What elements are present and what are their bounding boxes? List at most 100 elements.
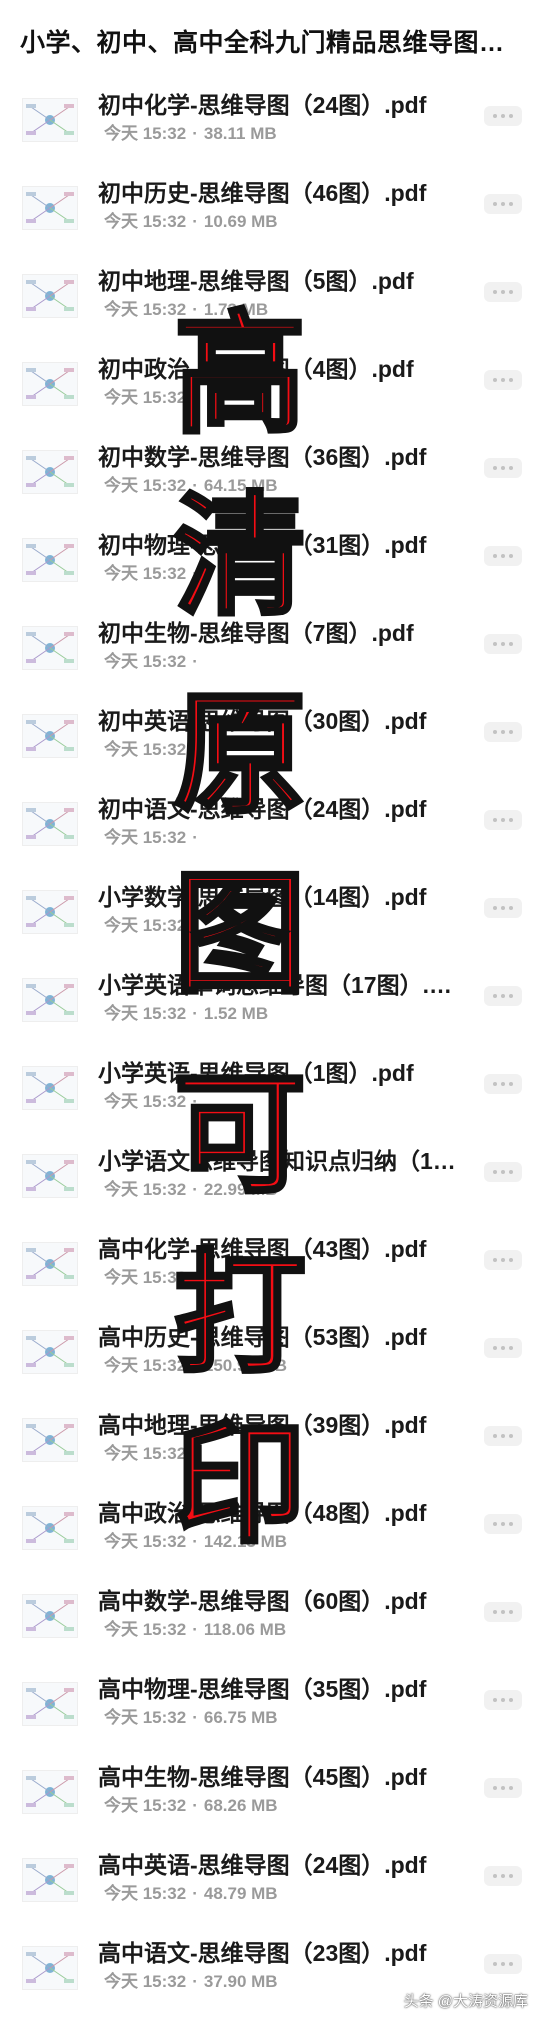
meta-separator: · (192, 212, 198, 231)
ellipsis-dot-icon (501, 730, 505, 734)
ellipsis-dot-icon (509, 290, 513, 294)
file-name: 初中物理-思维导图（31图）.pdf (98, 532, 427, 558)
file-name: 高中生物-思维导图（45图）.pdf (98, 1764, 427, 1790)
more-options-button[interactable] (484, 1250, 522, 1270)
ellipsis-dot-icon (501, 554, 505, 558)
file-row[interactable]: 初中历史-思维导图（46图）.pdf 今天 15:32 · 10.69 MB (0, 170, 540, 258)
file-meta: 今天 15:32 · 10.69 MB (104, 211, 444, 233)
file-meta: 今天 15:32 · 64.15 MB (104, 475, 444, 497)
ellipsis-dot-icon (501, 114, 505, 118)
ellipsis-dot-icon (493, 1874, 497, 1878)
file-size: 142.13 MB (203, 1532, 288, 1551)
file-date: 今天 15:32 (104, 1972, 187, 1991)
file-size: 37.90 MB (203, 1972, 278, 1991)
file-date: 今天 15:32 (104, 1092, 187, 1111)
more-options-button[interactable] (484, 1514, 522, 1534)
file-size: 1.52 MB (203, 1004, 269, 1023)
file-size: 150.93 MB (203, 1356, 288, 1375)
file-row[interactable]: 高中历史-思维导图（53图）.pdf 今天 15:32 · 150.93 MB (0, 1314, 540, 1402)
more-options-button[interactable] (484, 1778, 522, 1798)
meta-separator: · (192, 1884, 198, 1903)
more-options-button[interactable] (484, 898, 522, 918)
more-options-button[interactable] (484, 1866, 522, 1886)
mindmap-thumbnail-icon (22, 450, 78, 494)
ellipsis-dot-icon (493, 1082, 497, 1086)
file-name: 高中语文-思维导图（23图）.pdf (98, 1940, 427, 1966)
ellipsis-dot-icon (501, 466, 505, 470)
more-options-button[interactable] (484, 1426, 522, 1446)
file-row[interactable]: 高中化学-思维导图（43图）.pdf 今天 15:32 · (0, 1226, 540, 1314)
file-name: 初中生物-思维导图（7图）.pdf (98, 620, 414, 646)
file-date: 今天 15:32 (104, 1356, 187, 1375)
ellipsis-dot-icon (501, 1610, 505, 1614)
file-row[interactable]: 高中物理-思维导图（35图）.pdf 今天 15:32 · 66.75 MB (0, 1666, 540, 1754)
file-size: 38.11 MB (203, 124, 277, 143)
more-options-button[interactable] (484, 1690, 522, 1710)
more-options-button[interactable] (484, 1954, 522, 1974)
file-row[interactable]: 初中化学-思维导图（24图）.pdf 今天 15:32 · 38.11 MB (0, 82, 540, 170)
file-name: 高中数学-思维导图（60图）.pdf (98, 1588, 427, 1614)
mindmap-thumbnail-icon (22, 1154, 78, 1198)
file-row[interactable]: 小学英语-思维导图（1图）.pdf 今天 15:32 · (0, 1050, 540, 1138)
ellipsis-dot-icon (509, 1610, 513, 1614)
file-row[interactable]: 初中生物-思维导图（7图）.pdf 今天 15:32 · (0, 610, 540, 698)
file-meta: 今天 15:32 · 142.13 MB (104, 1531, 444, 1553)
more-options-button[interactable] (484, 370, 522, 390)
more-options-button[interactable] (484, 986, 522, 1006)
file-meta: 今天 15:32 · 48.79 MB (104, 1883, 444, 1905)
file-row[interactable]: 小学数学-思维导图（14图）.pdf 今天 15:32 · (0, 874, 540, 962)
file-date: 今天 15:32 (104, 652, 187, 671)
file-name: 高中英语-思维导图（24图）.pdf (98, 1852, 427, 1878)
file-meta: 今天 15:32 · 37.90 MB (104, 1971, 444, 1993)
file-row[interactable]: 初中英语-思维导图（30图）.pdf 今天 15:32 · (0, 698, 540, 786)
file-row[interactable]: 高中英语-思维导图（24图）.pdf 今天 15:32 · 48.79 MB (0, 1842, 540, 1930)
file-meta: 今天 15:32 · (104, 563, 444, 585)
ellipsis-dot-icon (493, 818, 497, 822)
more-options-button[interactable] (484, 810, 522, 830)
more-options-button[interactable] (484, 1162, 522, 1182)
mindmap-thumbnail-icon (22, 1770, 78, 1814)
meta-separator: · (192, 1620, 198, 1639)
more-options-button[interactable] (484, 1602, 522, 1622)
file-date: 今天 15:32 (104, 212, 187, 231)
ellipsis-dot-icon (501, 1522, 505, 1526)
file-row[interactable]: 小学英语单词思维导图（17图）.pdf 今天 15:32 · 1.52 MB (0, 962, 540, 1050)
file-meta: 今天 15:32 · (104, 915, 444, 937)
file-row[interactable]: 高中数学-思维导图（60图）.pdf 今天 15:32 · 118.06 MB (0, 1578, 540, 1666)
file-row[interactable]: 初中地理-思维导图（5图）.pdf 今天 15:32 · 1.73 MB (0, 258, 540, 346)
more-options-button[interactable] (484, 634, 522, 654)
file-row[interactable]: 初中语文-思维导图（24图）.pdf 今天 15:32 · (0, 786, 540, 874)
ellipsis-dot-icon (493, 466, 497, 470)
file-meta: 今天 15:32 · 118.06 MB (104, 1619, 444, 1641)
more-options-button[interactable] (484, 1074, 522, 1094)
mindmap-thumbnail-icon (22, 890, 78, 934)
more-options-button[interactable] (484, 194, 522, 214)
file-row[interactable]: 初中数学-思维导图（36图）.pdf 今天 15:32 · 64.15 MB (0, 434, 540, 522)
file-row[interactable]: 高中政治-思维导图（48图）.pdf 今天 15:32 · 142.13 MB (0, 1490, 540, 1578)
file-name: 高中化学-思维导图（43图）.pdf (98, 1236, 427, 1262)
ellipsis-dot-icon (493, 1346, 497, 1350)
more-options-button[interactable] (484, 282, 522, 302)
file-row[interactable]: 初中政治-思维导图（4图）.pdf 今天 15:32 · (0, 346, 540, 434)
file-date: 今天 15:32 (104, 1180, 187, 1199)
file-row[interactable]: 初中物理-思维导图（31图）.pdf 今天 15:32 · (0, 522, 540, 610)
watermark: 头条 @大涛资源库 (403, 1993, 528, 2010)
file-name: 初中语文-思维导图（24图）.pdf (98, 796, 427, 822)
more-options-button[interactable] (484, 722, 522, 742)
file-date: 今天 15:32 (104, 388, 187, 407)
ellipsis-dot-icon (509, 466, 513, 470)
more-options-button[interactable] (484, 1338, 522, 1358)
file-size: 48.79 MB (203, 1884, 278, 1903)
mindmap-thumbnail-icon (22, 1682, 78, 1726)
more-options-button[interactable] (484, 458, 522, 478)
file-name: 初中历史-思维导图（46图）.pdf (98, 180, 427, 206)
file-row[interactable]: 小学语文思维导图知识点归纳（1… 今天 15:32 · 22.99 MB (0, 1138, 540, 1226)
more-options-button[interactable] (484, 106, 522, 126)
file-row[interactable]: 高中生物-思维导图（45图）.pdf 今天 15:32 · 68.26 MB (0, 1754, 540, 1842)
file-name: 初中数学-思维导图（36图）.pdf (98, 444, 427, 470)
file-name: 高中历史-思维导图（53图）.pdf (98, 1324, 427, 1350)
more-options-button[interactable] (484, 546, 522, 566)
file-row[interactable]: 高中地理-思维导图（39图）.pdf 今天 15:32 · (0, 1402, 540, 1490)
meta-separator: · (192, 124, 198, 143)
file-date: 今天 15:32 (104, 1796, 187, 1815)
